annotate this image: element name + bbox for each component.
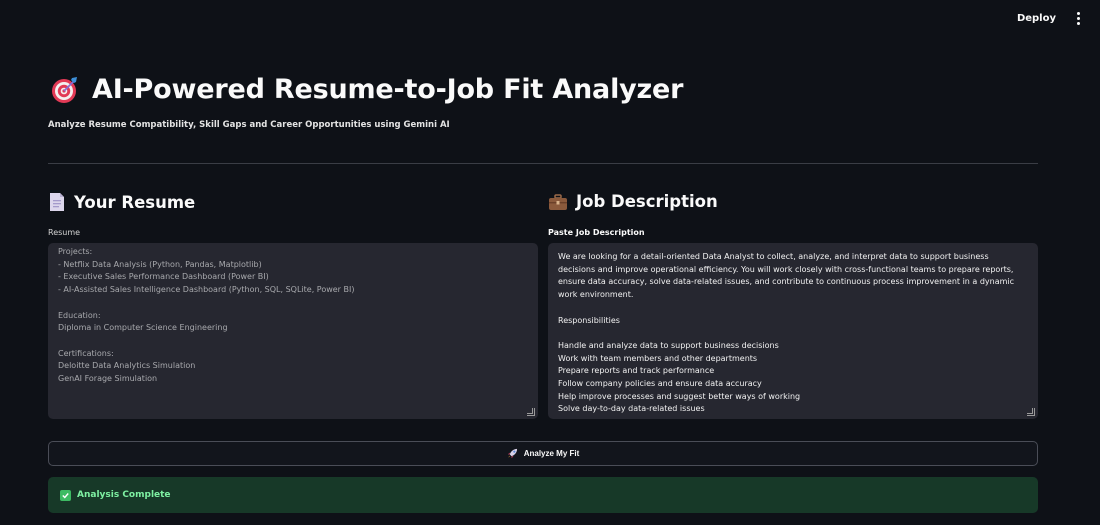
- resize-handle-icon[interactable]: [527, 408, 535, 416]
- job-description-textarea[interactable]: We are looking for a detail-oriented Dat…: [548, 243, 1038, 419]
- deploy-button[interactable]: Deploy: [1015, 9, 1058, 28]
- document-icon: [50, 193, 64, 211]
- resume-section-header: Your Resume: [48, 192, 195, 212]
- job-section-title: Job Description: [576, 192, 718, 211]
- page-subtitle: Analyze Resume Compatibility, Skill Gaps…: [48, 120, 450, 130]
- rocket-icon: [507, 448, 517, 459]
- analyze-fit-button[interactable]: Analyze My Fit: [48, 441, 1038, 466]
- resume-section-title: Your Resume: [74, 192, 196, 212]
- status-message: Analysis Complete: [77, 490, 171, 500]
- status-alert: Analysis Complete: [48, 477, 1038, 513]
- resume-label: Resume: [48, 228, 81, 237]
- resume-textarea[interactable]: Projects: - Netflix Data Analysis (Pytho…: [48, 243, 538, 419]
- job-label: Paste Job Description: [548, 228, 645, 237]
- resize-handle-icon[interactable]: [1027, 408, 1035, 416]
- target-dart-icon: [52, 76, 77, 103]
- job-section-header: Job Description: [548, 192, 718, 211]
- job-description-text: We are looking for a detail-oriented Dat…: [558, 252, 1015, 414]
- more-vertical-icon[interactable]: [1072, 11, 1084, 25]
- check-icon: [60, 489, 71, 501]
- briefcase-icon: [549, 193, 567, 210]
- page-header: AI-Powered Resume-to-Job Fit Analyzer: [50, 74, 683, 105]
- analyze-button-label: Analyze My Fit: [523, 449, 580, 458]
- header-divider: [48, 163, 1038, 164]
- app-toolbar: Deploy: [0, 0, 1100, 36]
- page-title: AI-Powered Resume-to-Job Fit Analyzer: [92, 74, 684, 105]
- resume-text: Projects: - Netflix Data Analysis (Pytho…: [58, 247, 355, 384]
